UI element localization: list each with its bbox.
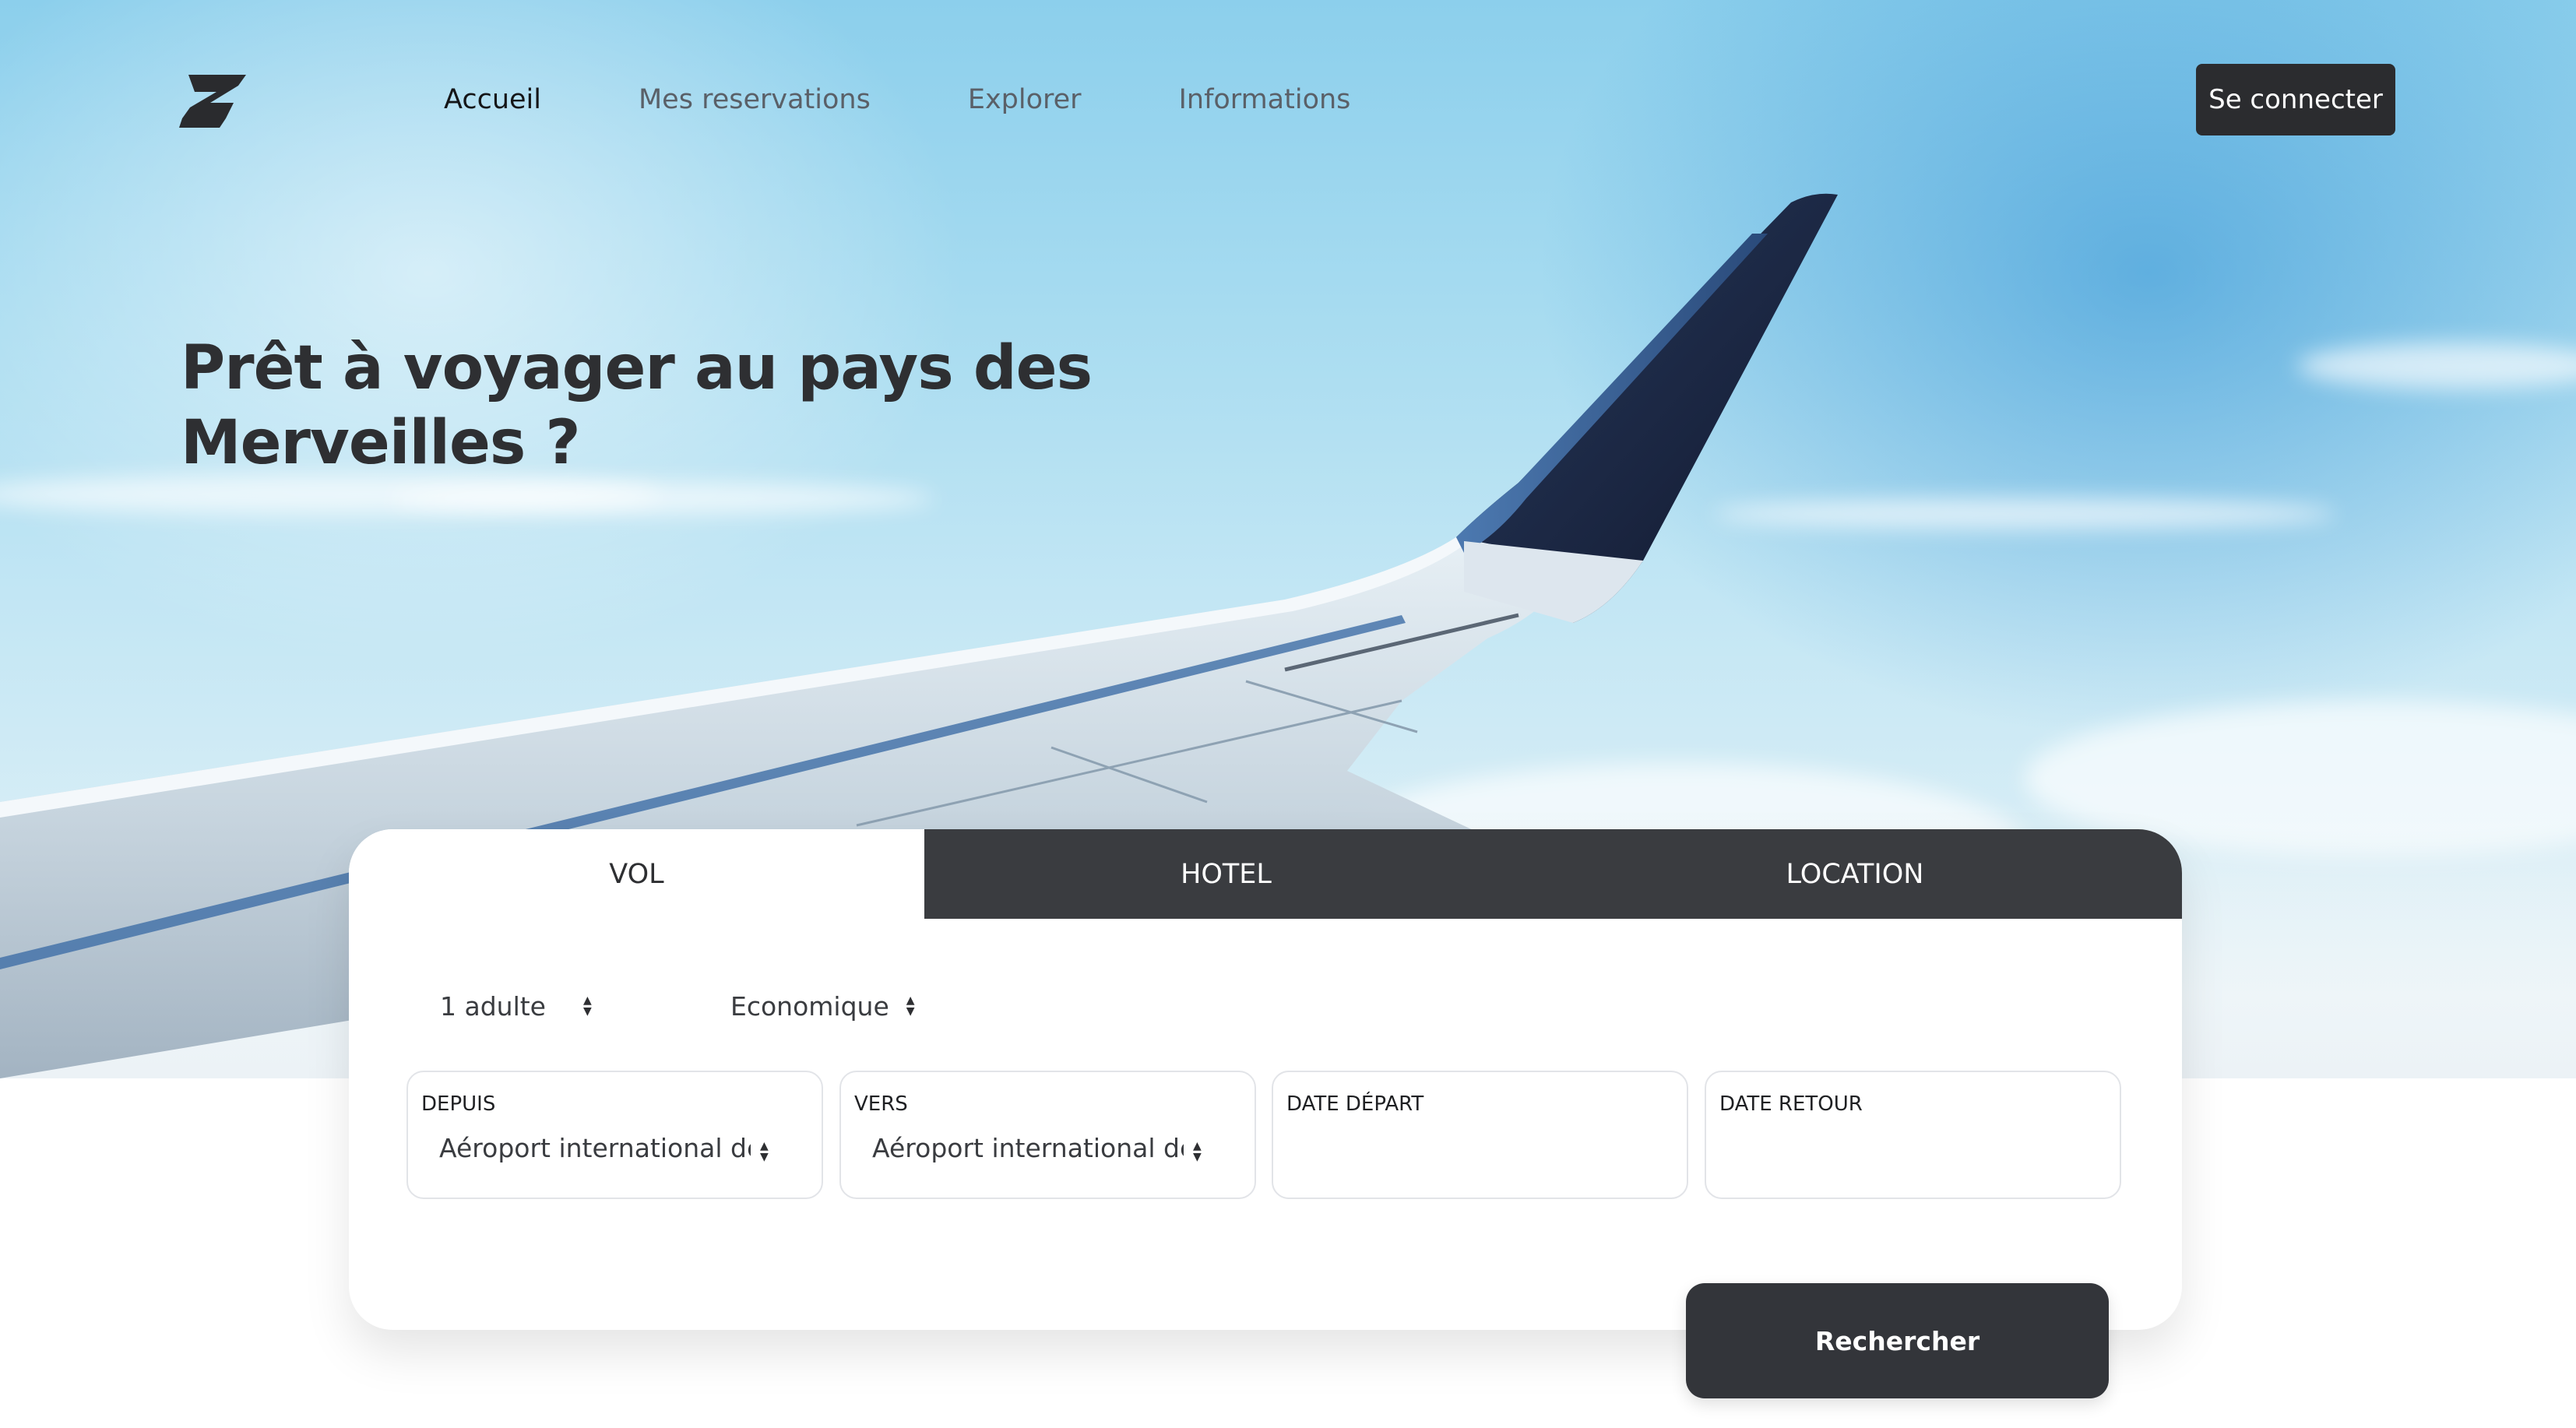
hero-headline-line1: Prêt à voyager au pays des bbox=[181, 333, 1093, 403]
sort-arrows-icon: ▲ ▼ bbox=[1193, 1140, 1202, 1163]
depuis-label: DEPUIS bbox=[421, 1092, 496, 1116]
vers-label: VERS bbox=[854, 1092, 908, 1116]
nav-item-accueil[interactable]: Accueil bbox=[444, 84, 541, 115]
sort-arrows-icon: ▲ ▼ bbox=[906, 994, 915, 1018]
depuis-value: Aéroport international de bbox=[439, 1133, 751, 1163]
cabin-class-select[interactable]: Economique ▲ ▼ bbox=[730, 983, 915, 1029]
brand-logo[interactable] bbox=[179, 70, 249, 132]
sort-arrows-icon: ▲ ▼ bbox=[760, 1140, 769, 1163]
date-depart-field[interactable]: DATE DÉPART bbox=[1272, 1071, 1688, 1199]
login-button[interactable]: Se connecter bbox=[2196, 64, 2395, 135]
date-retour-label: DATE RETOUR bbox=[1719, 1092, 1863, 1116]
main-nav: Accueil Mes reservations Explorer Inform… bbox=[444, 78, 1448, 121]
booking-tabs: VOL HOTEL LOCATION bbox=[349, 829, 2182, 919]
vers-field[interactable]: VERS Aéroport international de ▲ ▼ bbox=[839, 1071, 1256, 1199]
passengers-select-control[interactable]: 1 adulte ▲ ▼ bbox=[440, 991, 592, 1022]
search-button[interactable]: Rechercher bbox=[1686, 1283, 2109, 1398]
tab-location[interactable]: LOCATION bbox=[1528, 829, 2182, 919]
z-logo-icon bbox=[179, 75, 246, 128]
cabin-class-select-control[interactable]: Economique ▲ ▼ bbox=[730, 991, 915, 1022]
tab-hotel[interactable]: HOTEL bbox=[924, 829, 1528, 919]
depuis-field[interactable]: DEPUIS Aéroport international de ▲ ▼ bbox=[406, 1071, 823, 1199]
nav-item-explorer[interactable]: Explorer bbox=[968, 84, 1082, 115]
hero-headline: Prêt à voyager au pays des Merveilles ? bbox=[181, 331, 1154, 480]
nav-item-informations[interactable]: Informations bbox=[1179, 84, 1351, 115]
sort-arrows-icon: ▲ ▼ bbox=[582, 994, 592, 1018]
tab-vol[interactable]: VOL bbox=[349, 829, 924, 919]
nav-item-mes-reservations[interactable]: Mes reservations bbox=[639, 84, 871, 115]
hero-headline-line2: Merveilles ? bbox=[181, 408, 581, 478]
cabin-class-value: Economique bbox=[730, 990, 889, 1022]
date-depart-label: DATE DÉPART bbox=[1286, 1092, 1424, 1116]
passengers-select[interactable]: 1 adulte ▲ ▼ bbox=[440, 983, 592, 1029]
passengers-value: 1 adulte bbox=[440, 990, 546, 1022]
vers-value: Aéroport international de bbox=[872, 1133, 1184, 1163]
date-retour-field[interactable]: DATE RETOUR bbox=[1705, 1071, 2121, 1199]
